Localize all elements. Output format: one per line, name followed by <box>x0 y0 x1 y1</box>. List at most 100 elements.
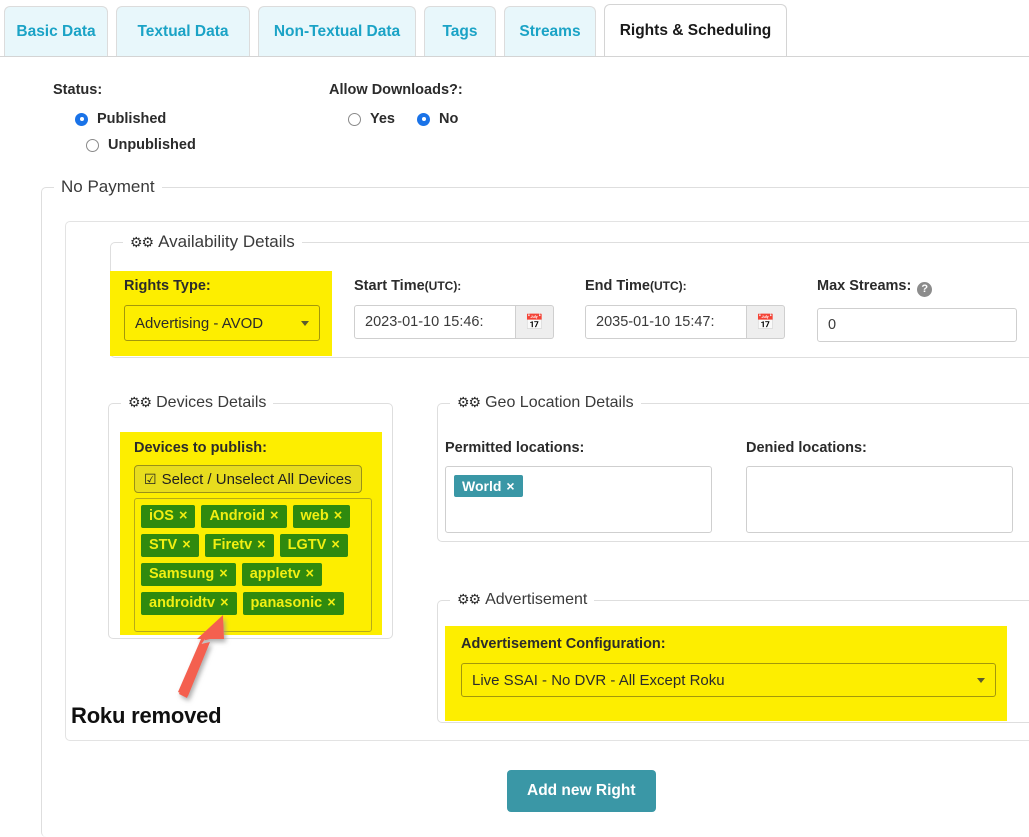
device-chip-label: web <box>300 508 329 524</box>
devices-to-publish-label: Devices to publish: <box>134 440 267 456</box>
tab-label: Non-Textual Data <box>273 22 401 40</box>
status-group: Status: Published Unpublished <box>53 82 196 153</box>
tab-rights-and-scheduling[interactable]: Rights & Scheduling <box>604 4 787 56</box>
status-option-unpublished[interactable]: Unpublished <box>86 137 196 153</box>
device-chip[interactable]: appletv × <box>241 563 322 586</box>
max-streams-label: Max Streams:? <box>817 278 1017 297</box>
remove-chip-icon[interactable]: × <box>506 478 514 494</box>
availability-legend-text: Availability Details <box>158 232 295 251</box>
start-time-field[interactable]: 2023-01-10 15:46: 📅 <box>354 305 554 339</box>
radio-downloads-yes[interactable] <box>348 112 361 126</box>
radio-unpublished[interactable] <box>86 138 99 152</box>
add-new-right-button[interactable]: Add new Right <box>507 770 656 812</box>
remove-chip-icon[interactable]: × <box>219 566 227 582</box>
tab-bar: Basic Data Textual Data Non-Textual Data… <box>0 0 1029 57</box>
rights-type-value: Advertising - AVOD <box>135 314 264 332</box>
geo-legend-text: Geo Location Details <box>485 394 634 411</box>
help-icon[interactable]: ? <box>917 281 933 297</box>
remove-chip-icon[interactable]: × <box>331 537 339 553</box>
availability-legend: ⚙⚙ Availability Details <box>123 232 302 252</box>
cogs-icon: ⚙⚙ <box>457 394 481 410</box>
devices-legend: ⚙⚙ Devices Details <box>121 394 273 412</box>
advertisement-legend-text: Advertisement <box>485 591 588 608</box>
chevron-down-icon <box>301 320 309 326</box>
location-chip[interactable]: World × <box>454 475 523 497</box>
max-streams-input[interactable]: 0 <box>817 307 1017 342</box>
device-chip-label: STV <box>149 537 178 553</box>
end-time-label-text: End Time <box>585 278 650 294</box>
rights-type-select[interactable]: Advertising - AVOD <box>124 305 320 341</box>
select-all-devices-button[interactable]: ☑ Select / Unselect All Devices <box>134 465 362 493</box>
radio-published[interactable] <box>75 112 88 126</box>
rights-type-group: Rights Type: Advertising - AVOD <box>124 278 324 341</box>
end-time-label: End Time(UTC): <box>585 278 785 294</box>
tab-non-textual-data[interactable]: Non-Textual Data <box>258 6 416 56</box>
devices-legend-text: Devices Details <box>156 394 267 411</box>
max-streams-label-text: Max Streams: <box>817 278 912 294</box>
radio-downloads-no-label: No <box>439 111 459 127</box>
remove-chip-icon[interactable]: × <box>327 595 335 611</box>
radio-downloads-no[interactable] <box>417 112 430 126</box>
device-chip[interactable]: web × <box>292 505 351 528</box>
remove-chip-icon[interactable]: × <box>179 508 187 524</box>
status-option-published[interactable]: Published <box>75 111 196 127</box>
annotation-arrow <box>178 615 224 698</box>
chevron-down-icon <box>977 677 985 683</box>
remove-chip-icon[interactable]: × <box>220 595 228 611</box>
device-chip-label: Samsung <box>149 566 215 582</box>
radio-published-label: Published <box>97 111 167 127</box>
permitted-locations-box[interactable]: World × <box>445 466 712 533</box>
rights-type-label: Rights Type: <box>124 278 211 294</box>
devices-group: Devices to publish: ☑ Select / Unselect … <box>134 440 374 632</box>
denied-locations-label: Denied locations: <box>746 440 867 456</box>
advertisement-legend: ⚙⚙ Advertisement <box>450 591 594 609</box>
tab-label: Tags <box>442 22 478 40</box>
device-chip-label: iOS <box>149 508 174 524</box>
tab-tags[interactable]: Tags <box>424 6 496 56</box>
calendar-icon[interactable]: 📅 <box>747 305 785 339</box>
device-chip[interactable]: LGTV × <box>279 534 348 557</box>
cogs-icon: ⚙⚙ <box>457 591 481 607</box>
start-time-input[interactable]: 2023-01-10 15:46: <box>354 305 516 339</box>
device-chip-label: Firetv <box>212 537 253 553</box>
calendar-icon[interactable]: 📅 <box>516 305 554 339</box>
select-all-devices-label: Select / Unselect All Devices <box>161 470 352 488</box>
radio-downloads-yes-label: Yes <box>370 111 395 127</box>
cogs-icon: ⚙⚙ <box>130 234 154 250</box>
device-chip[interactable]: STV × <box>141 534 199 557</box>
end-time-field[interactable]: 2035-01-10 15:47: 📅 <box>585 305 785 339</box>
start-time-label: Start Time(UTC): <box>354 278 554 294</box>
end-time-unit: (UTC): <box>650 279 687 293</box>
remove-chip-icon[interactable]: × <box>334 508 342 524</box>
tab-label: Rights & Scheduling <box>619 21 772 39</box>
tab-streams[interactable]: Streams <box>504 6 596 56</box>
device-chip-label: Android <box>209 508 266 524</box>
tab-label: Basic Data <box>16 22 96 40</box>
device-chip-label: appletv <box>249 566 301 582</box>
remove-chip-icon[interactable]: × <box>306 566 314 582</box>
end-time-input[interactable]: 2035-01-10 15:47: <box>585 305 747 339</box>
checkbox-checked-icon: ☑ <box>144 470 157 487</box>
device-chip[interactable]: Android × <box>201 505 287 528</box>
tab-textual-data[interactable]: Textual Data <box>116 6 250 56</box>
advertisement-config-select[interactable]: Live SSAI - No DVR - All Except Roku <box>461 663 996 697</box>
tab-basic-data[interactable]: Basic Data <box>4 6 108 56</box>
permitted-locations-group: Permitted locations: World × <box>445 440 715 533</box>
remove-chip-icon[interactable]: × <box>182 537 190 553</box>
device-chip[interactable]: Firetv × <box>204 534 274 557</box>
geo-legend: ⚙⚙ Geo Location Details <box>450 394 641 412</box>
cogs-icon: ⚙⚙ <box>128 394 152 410</box>
device-chip[interactable]: iOS × <box>141 505 196 528</box>
device-chip[interactable]: panasonic × <box>242 592 344 615</box>
device-chip-label: androidtv <box>149 595 216 611</box>
device-chip-label: LGTV <box>287 537 327 553</box>
remove-chip-icon[interactable]: × <box>257 537 265 553</box>
device-chip[interactable]: Samsung × <box>141 563 236 586</box>
denied-locations-box[interactable] <box>746 466 1013 533</box>
advertisement-config-label: Advertisement Configuration: <box>461 636 666 652</box>
device-chip-label: panasonic <box>250 595 323 611</box>
annotation-label: Roku removed <box>71 703 222 728</box>
location-chip-label: World <box>462 478 502 494</box>
start-time-group: Start Time(UTC): 2023-01-10 15:46: 📅 <box>354 278 554 339</box>
remove-chip-icon[interactable]: × <box>270 508 278 524</box>
